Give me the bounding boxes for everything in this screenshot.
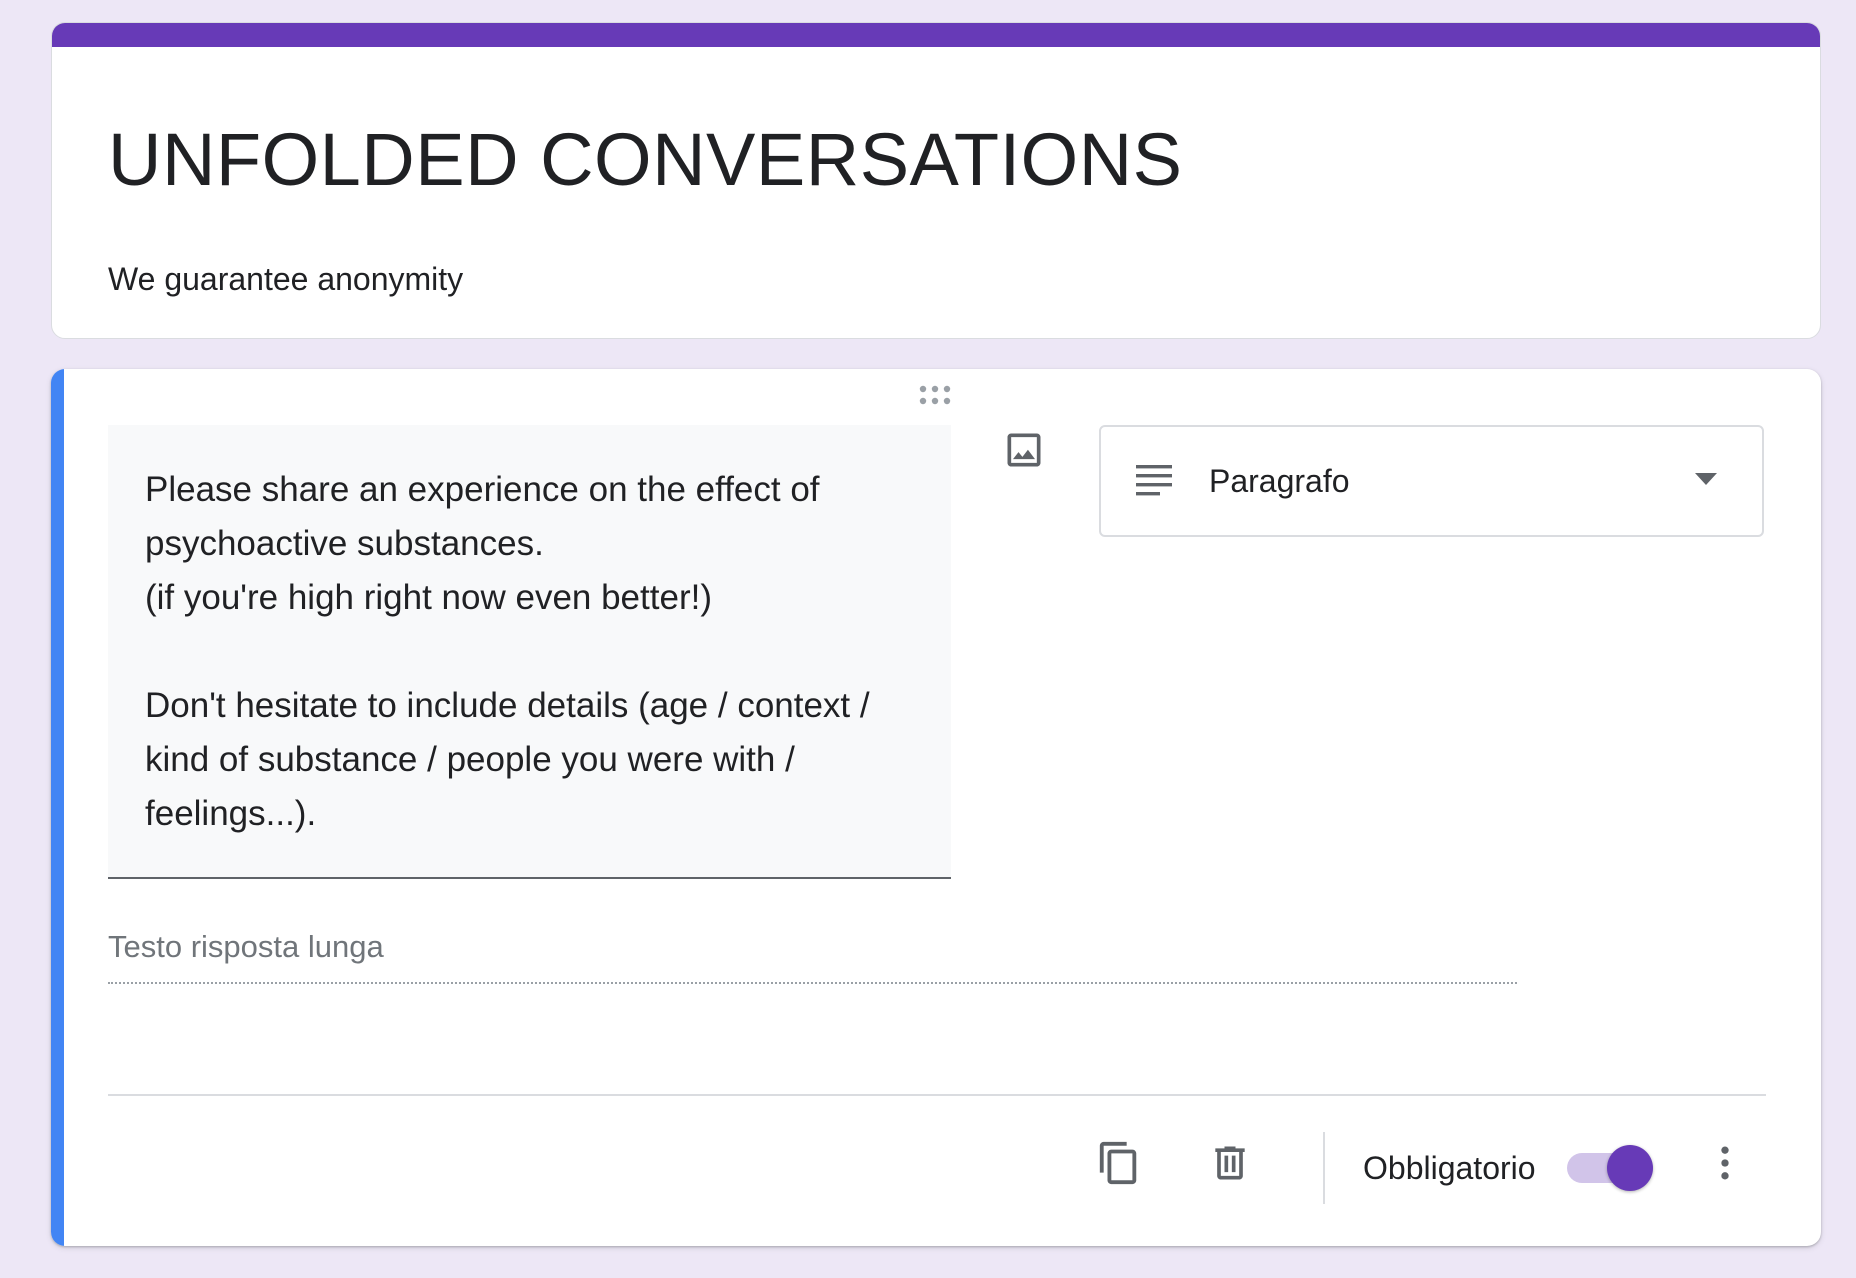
- question-title-input[interactable]: Please share an experience on the effect…: [108, 425, 951, 879]
- required-label: Obbligatorio: [1363, 1150, 1536, 1186]
- duplicate-button[interactable]: [1087, 1131, 1151, 1195]
- dropdown-caret-icon: [1695, 473, 1717, 485]
- image-icon: [1007, 433, 1041, 467]
- header-accent-stripe: [52, 23, 1820, 47]
- trash-icon: [1215, 1146, 1245, 1180]
- active-question-indicator: [51, 369, 64, 1246]
- question-title-text: Please share an experience on the effect…: [145, 470, 870, 833]
- required-toggle[interactable]: [1567, 1143, 1655, 1193]
- more-vertical-icon: [1721, 1146, 1729, 1180]
- footer-divider: [108, 1094, 1766, 1096]
- add-image-button[interactable]: [989, 415, 1059, 485]
- question-type-dropdown[interactable]: Paragrafo: [1099, 425, 1764, 537]
- paragraph-icon: [1136, 465, 1172, 496]
- form-header-card: UNFOLDED CONVERSATIONS We guarantee anon…: [51, 22, 1821, 339]
- copy-icon: [1099, 1141, 1137, 1185]
- answer-underline: [108, 982, 1517, 984]
- form-description[interactable]: We guarantee anonymity: [108, 259, 463, 299]
- footer-separator: [1323, 1132, 1325, 1204]
- more-options-button[interactable]: [1693, 1131, 1757, 1195]
- toggle-thumb: [1607, 1145, 1653, 1191]
- drag-handle-icon[interactable]: [917, 383, 957, 407]
- form-title[interactable]: UNFOLDED CONVERSATIONS: [108, 115, 1183, 205]
- long-answer-placeholder: Testo risposta lunga: [108, 929, 384, 964]
- delete-button[interactable]: [1198, 1131, 1262, 1195]
- question-card[interactable]: Please share an experience on the effect…: [51, 369, 1821, 1246]
- question-type-label: Paragrafo: [1209, 463, 1350, 499]
